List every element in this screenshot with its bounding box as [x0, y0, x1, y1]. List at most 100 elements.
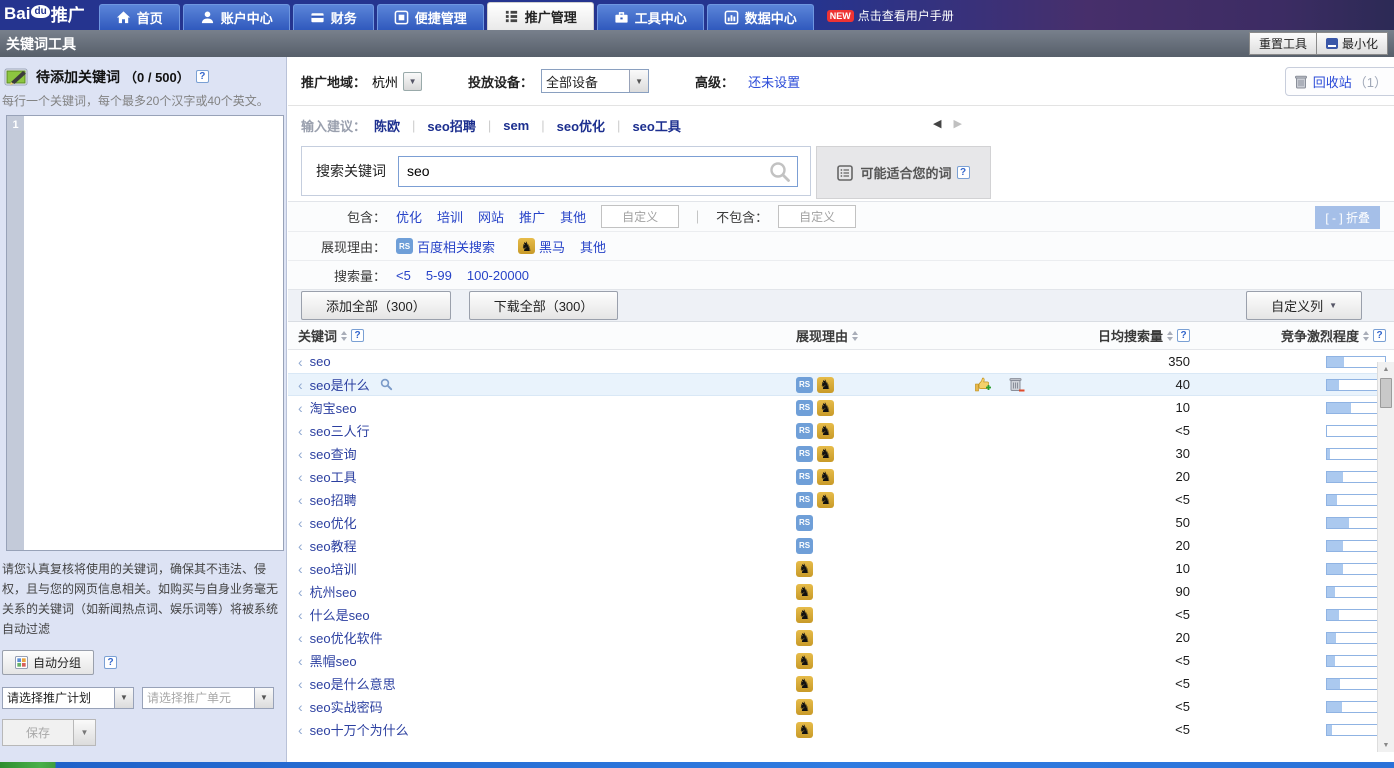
table-row[interactable]: ‹ seo实战密码 ♞ <5 — [288, 695, 1394, 718]
keyword-link[interactable]: seo优化 — [310, 513, 357, 532]
include-filter-link[interactable]: 推广 — [519, 207, 545, 226]
suggestion-link[interactable]: seo工具 — [632, 116, 680, 135]
keyword-link[interactable]: seo招聘 — [310, 490, 357, 509]
keyword-link[interactable]: 杭州seo — [310, 582, 357, 601]
include-custom-button[interactable]: 自定义 — [601, 205, 679, 228]
save-button[interactable]: 保存 — [2, 719, 74, 746]
table-row[interactable]: ‹ seo教程 RS 20 — [288, 534, 1394, 557]
table-row[interactable]: ‹ seo优化 RS 50 — [288, 511, 1394, 534]
table-row[interactable]: ‹ 黑帽seo ♞ <5 — [288, 649, 1394, 672]
table-row[interactable]: ‹ seo工具 RS ♞ 20 — [288, 465, 1394, 488]
custom-columns-button[interactable]: 自定义列 ▼ — [1246, 291, 1362, 320]
advanced-not-set-link[interactable]: 还未设置 — [748, 72, 800, 91]
search-input[interactable] — [398, 156, 798, 187]
magnifier-icon[interactable] — [380, 378, 393, 391]
scroll-down-icon[interactable]: ▼ — [1378, 738, 1394, 752]
device-select[interactable]: 全部设备 ▼ — [541, 69, 649, 93]
include-filter-link[interactable]: 培训 — [437, 207, 463, 226]
keyword-link[interactable]: seo教程 — [310, 536, 357, 555]
keyword-link[interactable]: seo是什么 — [310, 375, 370, 394]
volume-filter-link[interactable]: <5 — [396, 268, 411, 283]
suggestion-link[interactable]: sem — [503, 118, 529, 133]
suggestion-link[interactable]: seo招聘 — [427, 116, 475, 135]
search-icon[interactable] — [768, 160, 792, 184]
table-row[interactable]: ‹ seo是什么意思 ♞ <5 — [288, 672, 1394, 695]
table-row[interactable]: ‹ seo是什么 RS ♞ 40 — [288, 373, 1394, 396]
tab-tool-center[interactable]: 工具中心 — [597, 4, 704, 30]
sort-icon[interactable] — [852, 331, 858, 341]
scrollbar-thumb[interactable] — [1380, 378, 1392, 408]
include-filter-link[interactable]: 优化 — [396, 207, 422, 226]
scroll-up-icon[interactable]: ▲ — [1378, 362, 1394, 376]
keyword-link[interactable]: 淘宝seo — [310, 398, 357, 417]
sort-icon[interactable] — [341, 331, 347, 341]
volume-filter-link[interactable]: 5-99 — [426, 268, 452, 283]
keyword-link[interactable]: 什么是seo — [310, 605, 370, 624]
tab-label: 便捷管理 — [415, 8, 467, 27]
keyword-link[interactable]: seo工具 — [310, 467, 357, 486]
download-all-button[interactable]: 下载全部（300） — [469, 291, 619, 320]
tab-promotion-manage[interactable]: 推广管理 — [487, 2, 594, 30]
suggestion-link[interactable]: seo优化 — [557, 116, 605, 135]
add-all-button[interactable]: 添加全部（300） — [301, 291, 451, 320]
plan-select[interactable]: 请选择推广计划 ▼ — [2, 687, 134, 709]
help-icon[interactable]: ? — [351, 329, 364, 342]
include-filter-link[interactable]: 网站 — [478, 207, 504, 226]
help-icon[interactable]: ? — [957, 166, 970, 179]
keyword-link[interactable]: seo十万个为什么 — [310, 720, 409, 739]
exclude-custom-button[interactable]: 自定义 — [778, 205, 856, 228]
table-row[interactable]: ‹ seo查询 RS ♞ 30 — [288, 442, 1394, 465]
trash-icon — [1294, 74, 1308, 89]
help-icon[interactable]: ? — [104, 656, 117, 669]
include-filter-link[interactable]: 其他 — [560, 207, 586, 226]
unit-select[interactable]: 请选择推广单元 ▼ — [142, 687, 274, 709]
table-row[interactable]: ‹ seo三人行 RS ♞ <5 — [288, 419, 1394, 442]
trash-remove-icon[interactable] — [1008, 376, 1025, 393]
table-row[interactable]: ‹ 淘宝seo RS ♞ 10 — [288, 396, 1394, 419]
tab-data-center[interactable]: 数据中心 — [707, 4, 814, 30]
keyword-link[interactable]: seo优化软件 — [310, 628, 383, 647]
volume-filter-link[interactable]: 100-20000 — [467, 268, 529, 283]
tab-finance[interactable]: 财务 — [293, 4, 374, 30]
table-row[interactable]: ‹ seo 350 — [288, 350, 1394, 373]
save-dropdown-button[interactable]: ▼ — [74, 719, 96, 746]
reason-rs-link[interactable]: 百度相关搜索 — [417, 237, 495, 256]
keyword-link[interactable]: seo三人行 — [310, 421, 370, 440]
tab-suitable-words[interactable]: 可能适合您的词 ? — [816, 146, 991, 199]
reason-other-link[interactable]: 其他 — [580, 237, 606, 256]
table-row[interactable]: ‹ seo十万个为什么 ♞ <5 — [288, 718, 1394, 741]
table-row[interactable]: ‹ 杭州seo ♞ 90 — [288, 580, 1394, 603]
keyword-link[interactable]: seo实战密码 — [310, 697, 383, 716]
help-icon[interactable]: ? — [1373, 329, 1386, 342]
table-row[interactable]: ‹ 什么是seo ♞ <5 — [288, 603, 1394, 626]
keyword-link[interactable]: 黑帽seo — [310, 651, 357, 670]
auto-group-button[interactable]: 自动分组 — [2, 650, 94, 675]
minimize-button[interactable]: 最小化 — [1317, 32, 1388, 55]
table-row[interactable]: ‹ seo培训 ♞ 10 — [288, 557, 1394, 580]
table-row[interactable]: ‹ seo招聘 RS ♞ <5 — [288, 488, 1394, 511]
help-icon[interactable]: ? — [1177, 329, 1190, 342]
collapse-button[interactable]: [ - ] 折叠 — [1315, 206, 1380, 229]
keyword-textarea[interactable] — [24, 116, 283, 550]
recycle-bin-button[interactable]: 回收站 （1） — [1285, 67, 1394, 96]
suggestion-link[interactable]: 陈欧 — [374, 116, 400, 135]
keyword-link[interactable]: seo培训 — [310, 559, 357, 578]
vertical-scrollbar[interactable]: ▲ ▼ — [1377, 362, 1394, 752]
pager-next-icon[interactable]: ▶ — [953, 117, 961, 130]
reason-horse-link[interactable]: 黑马 — [539, 237, 565, 256]
help-icon[interactable]: ? — [196, 70, 209, 83]
sort-icon[interactable] — [1363, 331, 1369, 341]
sort-icon[interactable] — [1167, 331, 1173, 341]
region-dropdown-button[interactable]: ▼ — [403, 72, 422, 91]
tab-home[interactable]: 首页 — [99, 4, 180, 30]
pager-prev-icon[interactable]: ◀ — [933, 117, 941, 130]
keyword-link[interactable]: seo是什么意思 — [310, 674, 396, 693]
tab-quick-manage[interactable]: 便捷管理 — [377, 4, 484, 30]
reset-tool-button[interactable]: 重置工具 — [1249, 32, 1317, 55]
keyword-link[interactable]: seo查询 — [310, 444, 357, 463]
user-manual-link[interactable]: 点击查看用户手册 — [858, 7, 954, 24]
thumbs-up-add-icon[interactable] — [974, 376, 992, 393]
tab-account-center[interactable]: 账户中心 — [183, 4, 290, 30]
keyword-link[interactable]: seo — [310, 354, 331, 369]
table-row[interactable]: ‹ seo优化软件 ♞ 20 — [288, 626, 1394, 649]
